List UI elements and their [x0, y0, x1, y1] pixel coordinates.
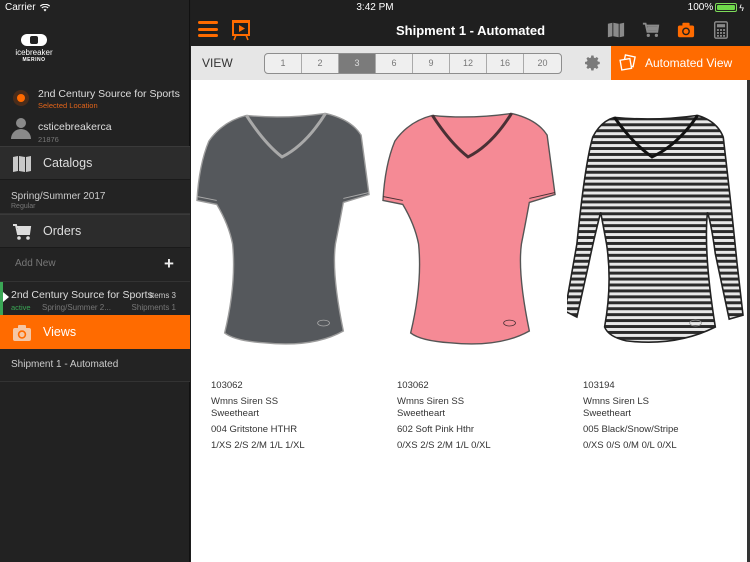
product-style-number: 103062 [397, 380, 429, 391]
catalog-icon [13, 156, 31, 172]
user-id: 21876 [38, 135, 59, 144]
catalog-subtitle: Regular [11, 203, 36, 210]
view-option-1[interactable]: 1 [265, 54, 302, 73]
view-option-2[interactable]: 2 [302, 54, 339, 73]
location-name: 2nd Century Source for Sports [38, 88, 180, 100]
automated-view-button[interactable]: Automated View [611, 46, 750, 80]
user-name: csticebreakerca [38, 121, 112, 133]
logo-sub: MERINO [22, 57, 46, 63]
charging-bolt-icon: ϟ [739, 2, 744, 13]
product-image[interactable] [381, 104, 559, 374]
product-name-line1: Wmns Siren LS [583, 396, 649, 407]
location-dot-icon [13, 90, 29, 106]
camera-icon [13, 325, 31, 341]
automated-view-label: Automated View [645, 56, 733, 70]
product-color: 005 Black/Snow/Stripe [583, 424, 679, 435]
plus-icon[interactable]: + [164, 254, 174, 274]
view-option-20[interactable]: 20 [524, 54, 561, 73]
gear-icon[interactable] [584, 54, 602, 72]
product-card[interactable]: 103062 Wmns Siren SS Sweetheart 602 Soft Pi… [377, 80, 563, 480]
product-style-number: 103062 [211, 380, 243, 391]
sidebar-section-label: Orders [43, 224, 82, 238]
product-color: 004 Gritstone HTHR [211, 424, 298, 435]
product-grid: 103062 Wmns Siren SS Sweetheart 004 Gritsto… [191, 80, 750, 562]
sidebar-section-label: Catalogs [43, 156, 93, 170]
user-account[interactable]: csticebreakerca 21876 [0, 116, 190, 146]
product-color: 602 Soft Pink Hthr [397, 424, 475, 435]
photos-icon [619, 54, 636, 71]
view-option-16[interactable]: 16 [487, 54, 524, 73]
product-info: 103062 Wmns Siren SS Sweetheart 004 Gritsto… [211, 380, 305, 456]
order-item[interactable]: 2nd Century Source for Sports Items 3 ac… [0, 282, 190, 316]
camera-icon[interactable] [677, 21, 695, 39]
order-season: Spring/Summer 2... [42, 303, 111, 312]
product-card[interactable]: 103194 Wmns Siren LS Sweetheart 005 Black/S… [563, 80, 749, 480]
view-option-3[interactable]: 3 [339, 54, 376, 73]
product-name: Wmns Siren SS Sweetheart [397, 396, 491, 420]
product-sizes: 0/XS 2/S 2/M 1/L 0/XL [397, 440, 491, 451]
cart-icon [13, 224, 32, 240]
calculator-icon[interactable] [712, 21, 730, 39]
view-count-segmented-control[interactable]: 1 2 3 6 9 12 16 20 [264, 53, 562, 74]
logo-brand: icebreaker [15, 48, 53, 57]
battery-icon [715, 3, 738, 12]
product-name-line2: Sweetheart [397, 408, 446, 419]
product-name-line2: Sweetheart [583, 408, 632, 419]
sidebar-section-catalogs[interactable]: Catalogs [0, 146, 190, 180]
catalog-icon[interactable] [607, 21, 625, 39]
clock: 3:42 PM [356, 2, 394, 13]
product-name-line2: Sweetheart [211, 408, 260, 419]
icebreaker-logo: icebreaker MERINO [12, 34, 56, 63]
product-info: 103062 Wmns Siren SS Sweetheart 602 Soft Pi… [397, 380, 491, 456]
catalog-title: Spring/Summer 2017 [11, 191, 106, 202]
product-style-number: 103194 [583, 380, 615, 391]
view-item[interactable]: Shipment 1 - Automated [0, 349, 190, 382]
order-status: active [11, 303, 31, 312]
cart-icon[interactable] [642, 21, 660, 39]
catalog-item[interactable]: Spring/Summer 2017 Regular [0, 180, 190, 214]
product-card[interactable]: 103062 Wmns Siren SS Sweetheart 004 Gritsto… [191, 80, 377, 480]
order-name: 2nd Century Source for Sports [11, 289, 153, 301]
product-image[interactable] [567, 104, 745, 374]
product-name: Wmns Siren LS Sweetheart [583, 396, 679, 420]
view-option-6[interactable]: 6 [376, 54, 413, 73]
main-panel: Shipment 1 - Automated VIEW 1 2 3 6 9 12… [191, 0, 750, 562]
product-sizes: 1/XS 2/S 2/M 1/L 1/XL [211, 440, 305, 451]
location-sublabel: Selected Location [38, 101, 98, 110]
view-option-12[interactable]: 12 [450, 54, 487, 73]
logo-mark-icon [21, 34, 47, 46]
order-shipments: Shipments 1 [131, 303, 176, 312]
status-bar: Carrier 3:42 PM 100% ϟ [0, 0, 750, 16]
view-toolbar: VIEW 1 2 3 6 9 12 16 20 Automated View [191, 46, 750, 80]
product-image[interactable] [195, 104, 373, 374]
user-icon [11, 118, 31, 139]
product-name: Wmns Siren SS Sweetheart [211, 396, 305, 420]
view-title: Shipment 1 - Automated [11, 359, 119, 370]
product-name-line1: Wmns Siren SS [397, 396, 465, 407]
product-name-line1: Wmns Siren SS [211, 396, 279, 407]
add-new-order-label[interactable]: Add New [15, 258, 56, 269]
sidebar-section-label: Views [43, 325, 77, 339]
sidebar-section-views[interactable]: Views [0, 315, 190, 349]
order-items-count: Items 3 [149, 291, 176, 300]
app-screen: icebreaker MERINO 2nd Century Source for… [0, 0, 750, 562]
sidebar: icebreaker MERINO 2nd Century Source for… [0, 0, 190, 562]
battery-percent: 100% [687, 2, 714, 13]
sidebar-section-orders[interactable]: Orders [0, 214, 190, 248]
product-info: 103194 Wmns Siren LS Sweetheart 005 Black/S… [583, 380, 679, 456]
selected-arrow-icon [3, 292, 9, 302]
view-option-9[interactable]: 9 [413, 54, 450, 73]
product-sizes: 0/XS 0/S 0/M 0/L 0/XL [583, 440, 677, 451]
selected-location[interactable]: 2nd Century Source for Sports Selected L… [0, 85, 190, 113]
view-label: VIEW [202, 56, 233, 70]
